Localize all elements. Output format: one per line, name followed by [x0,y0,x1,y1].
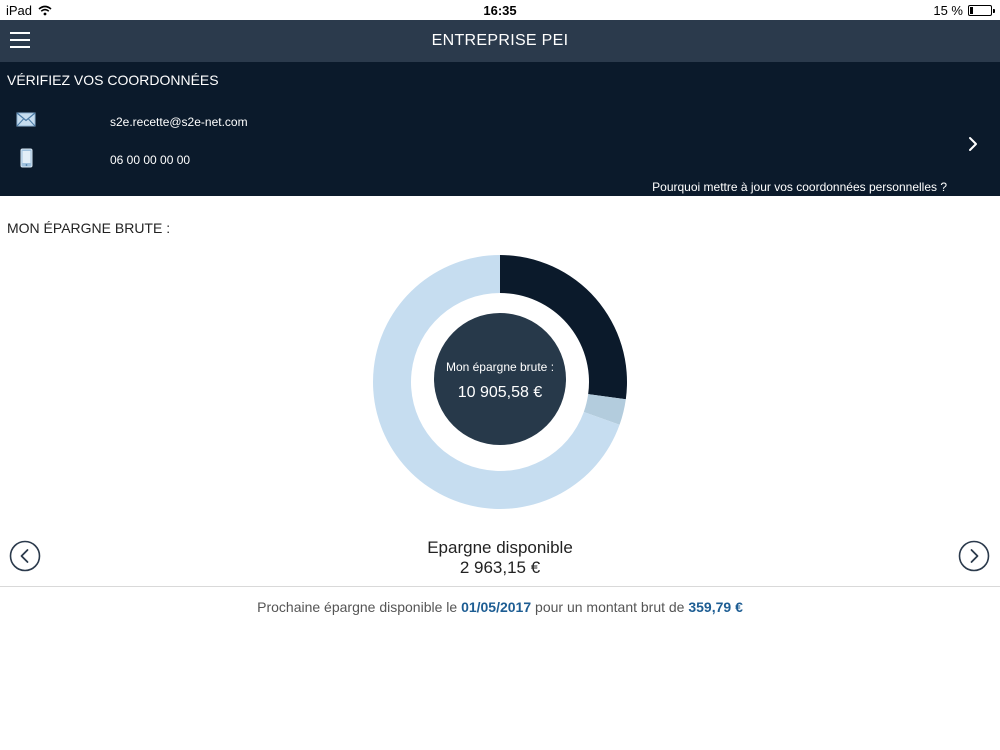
available-savings-value: 2 963,15 € [459,558,541,577]
clock: 16:35 [483,3,517,18]
battery-icon [968,5,995,16]
divider [0,586,1000,587]
chevron-right-icon[interactable] [968,136,978,152]
status-bar: iPad 16:35 15 % [0,0,1000,20]
status-right: 15 % [933,3,995,18]
next-amount: 359,79 € [688,599,743,615]
donut-center-value: 10 905,58 € [457,384,543,401]
available-savings-label: Epargne disponible [427,538,573,557]
donut-center: Mon épargne brute : 10 905,58 € [434,313,566,445]
next-middle: pour un montant brut de [535,599,685,615]
section-title: MON ÉPARGNE BRUTE : [7,220,171,236]
phone-value: 06 00 00 00 00 [110,153,191,167]
next-date: 01/05/2017 [461,599,532,615]
envelope-icon [16,112,36,127]
phone-row: 06 00 00 00 00 [0,148,940,172]
next-arrow-button[interactable] [958,540,990,572]
page-title: ENTREPRISE PEI [431,32,569,49]
battery-percent: 15 % [933,3,963,18]
savings-donut-chart: Mon épargne brute : 10 905,58 € [370,252,630,512]
battery-fill [970,7,973,14]
nav-bar: ENTREPRISE PEI [0,20,1000,62]
donut-center-label: Mon épargne brute : [445,360,555,374]
mobile-phone-icon [20,148,33,168]
next-prefix: Prochaine épargne disponible le [257,599,458,615]
email-value: s2e.recette@s2e-net.com [110,115,248,129]
email-row: s2e.recette@s2e-net.com [0,110,940,134]
contact-heading: VÉRIFIEZ VOS COORDONNÉES [7,72,219,88]
contact-verification-panel[interactable]: VÉRIFIEZ VOS COORDONNÉES s2e.recette@s2e… [0,62,1000,196]
why-update-link[interactable]: Pourquoi mettre à jour vos coordonnées p… [652,180,947,194]
next-availability-line: Prochaine épargne disponible le 01/05/20… [0,599,1000,615]
